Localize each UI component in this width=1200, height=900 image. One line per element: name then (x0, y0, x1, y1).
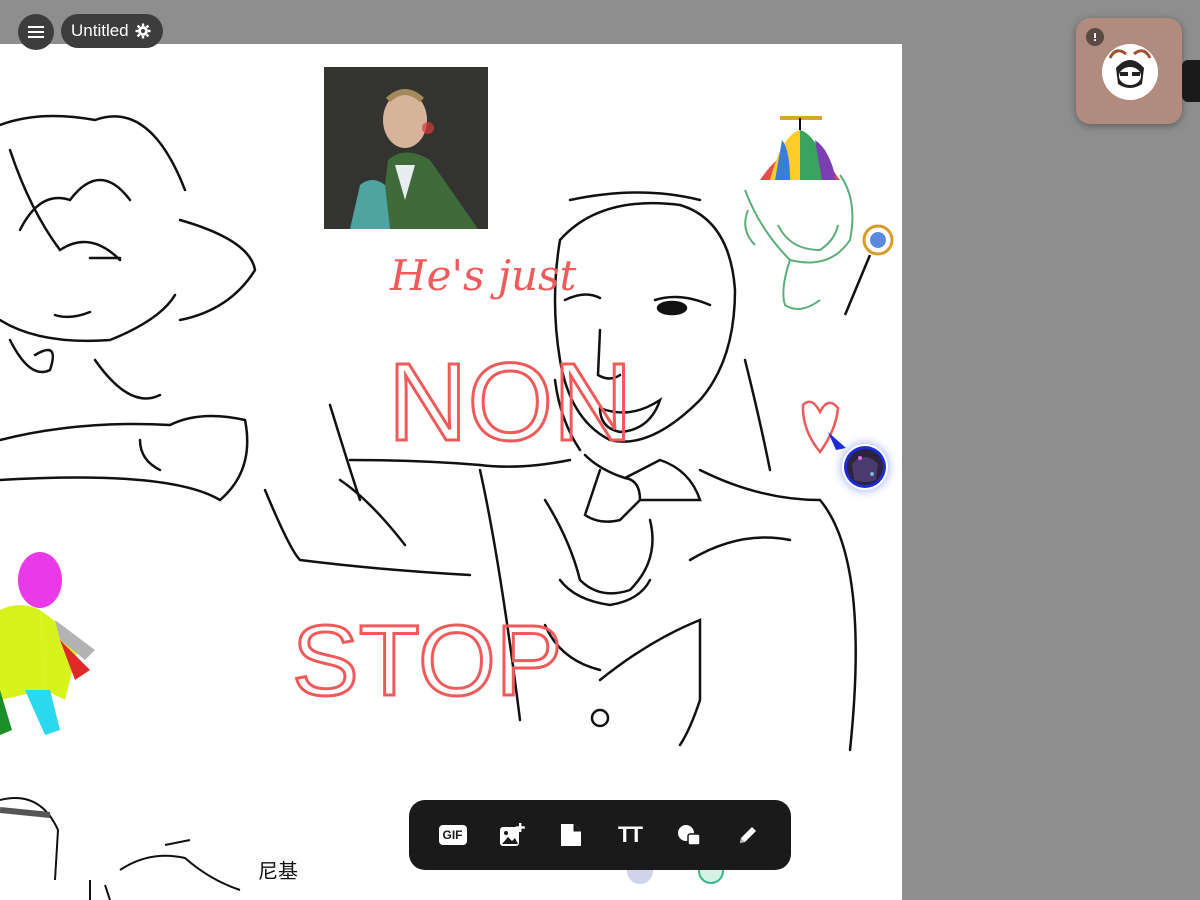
sketch-bottom-left (0, 797, 241, 900)
text-tool-button[interactable]: TT (610, 815, 650, 855)
pencil-button[interactable] (728, 815, 768, 855)
gear-icon (135, 23, 151, 39)
avatar (1102, 44, 1158, 100)
menu-button[interactable] (18, 14, 54, 50)
sketch-character-left (0, 114, 257, 502)
add-image-button[interactable] (492, 815, 532, 855)
cjk-label: 尼基 (258, 859, 298, 883)
add-image-icon (499, 823, 525, 846)
pencil-icon (739, 827, 756, 843)
side-panel-tab[interactable] (1182, 60, 1200, 102)
sketch-character-green (744, 116, 894, 316)
drawing-layer[interactable]: He's just NON STOP 尼基 (0, 44, 902, 900)
non-text: NON (388, 341, 632, 464)
gif-icon: GIF (438, 825, 467, 845)
text-icon: TT (618, 822, 643, 847)
note-icon (560, 824, 581, 846)
board-title: Untitled (71, 21, 129, 40)
whiteboard-canvas[interactable]: He's just NON STOP 尼基 (0, 44, 902, 900)
collaborator-avatar (842, 444, 888, 490)
heart-doodle (801, 400, 840, 455)
red-handwriting: He's just NON STOP (291, 251, 840, 719)
sticky-note-button[interactable] (551, 815, 591, 855)
shapes-icon (677, 825, 701, 846)
gif-button[interactable]: GIF (433, 815, 473, 855)
hamburger-menu-icon (28, 26, 44, 38)
board-title-button[interactable]: Untitled (61, 14, 163, 48)
pasted-photo[interactable] (324, 67, 488, 229)
shapes-button[interactable] (669, 815, 709, 855)
bottom-toolbar: GIF TT (409, 800, 791, 870)
alert-icon[interactable] (1086, 28, 1104, 46)
hes-just-text: He's just (389, 251, 577, 300)
colorful-figure (0, 552, 95, 735)
user-avatar-card[interactable] (1076, 18, 1182, 124)
stop-text: STOP (292, 605, 562, 717)
